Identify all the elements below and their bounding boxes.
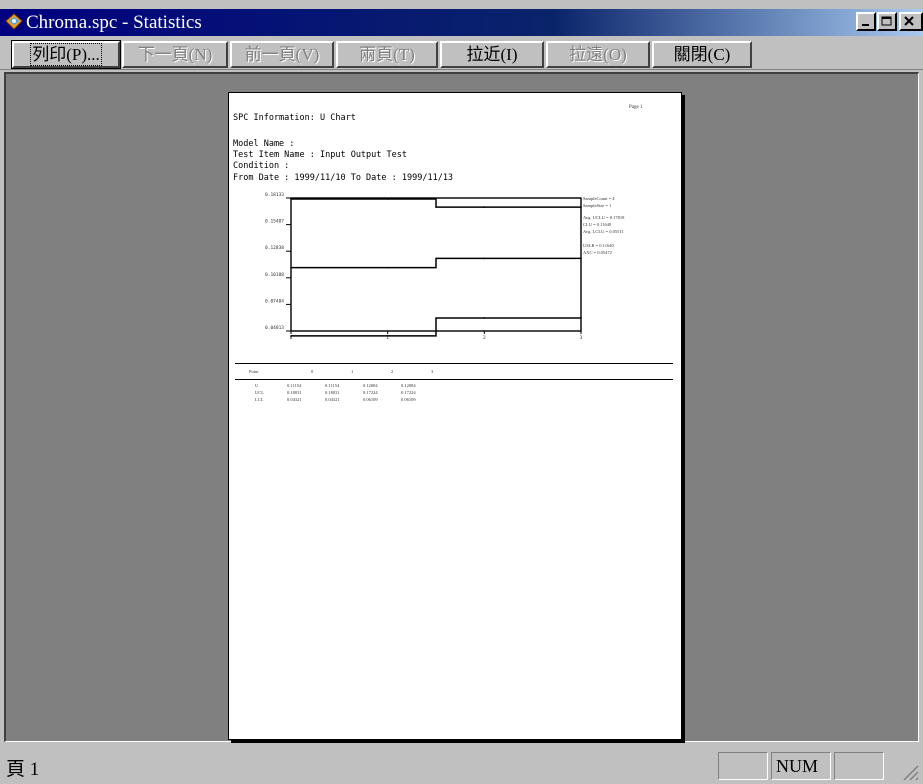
print-button-label: 列印(P)... [30,43,102,66]
table-cell: 0.06109 [363,397,378,402]
title-bar: Chroma.spc - Statistics [0,0,923,36]
table-cell: 0.12084 [363,383,378,388]
table-cell: UCL [255,390,264,395]
data-point [580,206,582,208]
minimize-button[interactable] [856,12,876,31]
zoom-out-button[interactable]: 拉遠(O) [546,41,650,68]
zoom-in-label: 拉近(I) [466,45,518,64]
next-page-button[interactable]: 下一頁(N) [122,41,228,68]
table-cell: 0.18031 [325,390,340,395]
series-line [291,257,581,269]
series-line [291,317,581,337]
table-header-col: 1 [351,369,354,374]
status-page-text: 頁 1 [6,759,40,780]
stat-sample-size: SampleSize = 1 [583,203,612,208]
table-header-rule [235,379,673,380]
report-page: Page 1 SPC Information: U Chart Model Na… [228,92,682,740]
data-point [580,257,582,260]
data-point [580,317,582,319]
stat-sample-count: SampleCount = 4 [583,196,615,201]
table-cell: 0.04321 [287,397,302,402]
num-lock-indicator: NUM [776,756,819,776]
data-point [290,335,292,337]
y-tick-label: 0.10188 [265,272,284,278]
table-header-col: 2 [391,369,394,374]
close-icon [904,16,914,26]
data-point [483,317,486,319]
table-header-col: 0 [311,369,314,374]
series-line [291,198,581,208]
table-cell: 0.17224 [401,390,416,395]
prev-page-label: 前一頁(V) [244,45,320,64]
x-tick-label: 3 [580,335,583,341]
close-preview-button[interactable]: 關閉(C) [652,41,752,68]
minimize-icon [862,24,869,26]
status-pane-num: NUM [771,752,831,780]
y-tick-label: 0.18133 [265,192,284,198]
y-tick-label: 0.07484 [265,298,284,304]
x-tick-label: 2 [483,335,486,341]
table-cell: 0.17224 [363,390,378,395]
table-cell: 0.04321 [325,397,340,402]
next-page-label: 下一頁(N) [137,45,213,64]
data-point [386,335,389,337]
resize-grip-icon[interactable] [900,762,920,782]
stat-clu: CLU = 0.11640 [583,222,612,227]
print-button[interactable]: 列印(P)... [11,40,121,69]
page-label: Page 1 [629,105,643,110]
table-cell: LCL [255,397,264,402]
u-chart: 0.18133 0.15487 0.12838 0.10188 0.07484 0.048… [265,192,583,341]
prev-page-button[interactable]: 前一頁(V) [230,41,334,68]
table-cell: 0.12084 [401,383,416,388]
two-page-label: 兩頁(T) [359,45,415,64]
table-cell: 0.18031 [287,390,302,395]
test-item-name: Test Item Name : Input Output Test [233,150,407,160]
stat-axc: AXC = 0.05472 [583,250,612,255]
window-title: Chroma.spc - Statistics [26,12,202,33]
y-tick-label: 0.04813 [265,325,284,331]
data-point [290,266,292,269]
data-point [483,257,486,260]
two-page-button[interactable]: 兩頁(T) [336,41,438,68]
zoom-in-button[interactable]: 拉近(I) [440,41,544,68]
stat-avg-lclu: Avg. LCLU = 0.05511 [583,229,624,234]
date-range: From Date : 1999/11/10 To Date : 1999/11… [233,173,454,183]
table-cell: 0.06109 [401,397,416,402]
table-header-point: Point [249,369,259,374]
preview-toolbar: 列印(P)... 下一頁(N) 前一頁(V) 兩頁(T) 拉近(I) 拉遠(O)… [0,38,923,70]
condition: Condition : [233,161,290,171]
y-tick-label: 0.12838 [265,245,284,251]
table-header-col: 3 [431,369,434,374]
app-icon[interactable] [4,13,24,31]
zoom-out-label: 拉遠(O) [569,45,627,64]
data-point [386,266,389,269]
stat-avg-uclu: Avg. UCLU = 0.17818 [583,215,625,220]
table-cell: U [255,383,259,388]
close-preview-label: 關閉(C) [673,45,731,64]
title-bar-inner[interactable]: Chroma.spc - Statistics [0,9,923,36]
status-pane-caps [718,752,768,780]
status-bar: 頁 1 NUM [0,746,923,784]
data-point [386,198,389,200]
model-name: Model Name : [233,139,295,149]
stat-uslr: USLR = 0.11640 [583,243,614,248]
data-point [290,198,292,200]
table-top-rule [235,363,673,364]
close-button[interactable] [899,12,923,31]
maximize-button[interactable] [877,12,897,31]
status-pane-scroll [834,752,884,780]
data-point [483,206,486,208]
table-cell: 0.11154 [325,383,340,388]
maximize-icon [881,16,892,26]
table-cell: 0.11154 [287,383,302,388]
y-tick-label: 0.15487 [265,219,284,225]
report-header: SPC Information: U Chart [233,113,356,123]
